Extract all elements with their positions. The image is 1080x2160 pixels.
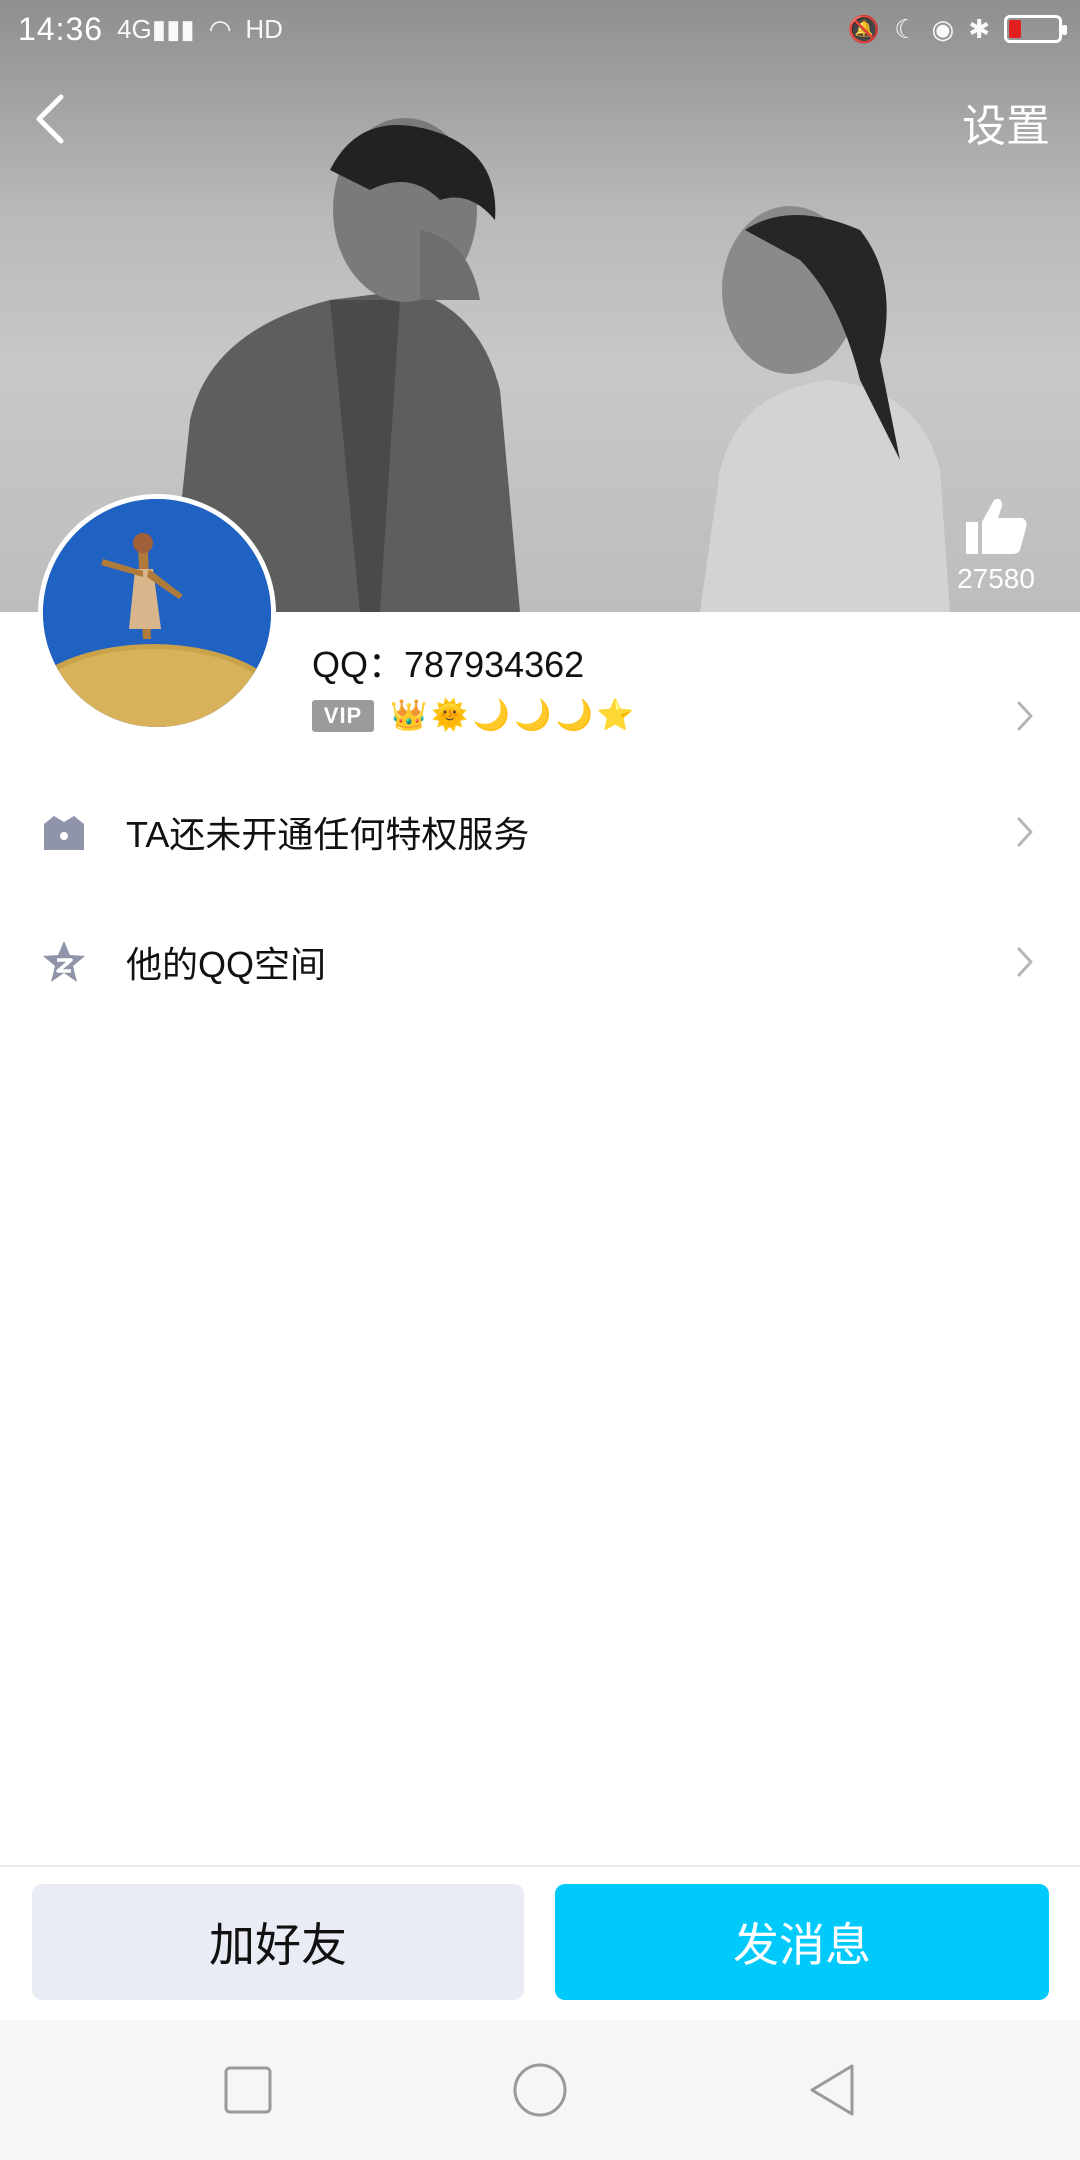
signal-icon: 4G▮▮▮ xyxy=(117,13,195,44)
add-friend-button[interactable]: 加好友 xyxy=(32,1884,524,2000)
status-bar: 14:36 4G▮▮▮ ◠ HD 🔕 ☾ ◉ ✱ xyxy=(0,0,1080,58)
back-button[interactable] xyxy=(22,84,78,154)
mute-bell-icon: 🔕 xyxy=(847,13,881,44)
status-left: 14:36 4G▮▮▮ ◠ HD xyxy=(18,11,283,48)
moon-icon: 🌙 xyxy=(514,699,552,732)
list-item-chevron xyxy=(1010,942,1040,982)
vip-badge: VIP xyxy=(312,699,374,732)
thumbs-up-icon xyxy=(966,498,1027,554)
like-count: 27580 xyxy=(957,563,1035,594)
send-message-button[interactable]: 发消息 xyxy=(555,1884,1049,2000)
home-icon[interactable] xyxy=(510,2060,570,2120)
qq-level-icons: 👑 🌞 🌙 🌙 🌙 ⭐ xyxy=(390,698,634,733)
chevron-right-icon xyxy=(1017,947,1033,977)
settings-button[interactable]: 设置 xyxy=(962,90,1050,154)
crown-icon: 👑 xyxy=(390,699,428,732)
status-right: 🔕 ☾ ◉ ✱ xyxy=(847,13,1067,45)
qq-number: QQ：787934362 xyxy=(312,644,585,685)
nav-back-icon[interactable] xyxy=(802,2060,862,2120)
chevron-left-icon xyxy=(36,94,64,144)
lock-icon: ◉ xyxy=(931,13,955,44)
star-icon: ⭐ xyxy=(596,699,635,732)
vip-row: VIP 👑 🌞 🌙 🌙 🌙 ⭐ xyxy=(312,698,634,733)
moon-icon: 🌙 xyxy=(555,699,593,732)
privilege-icon xyxy=(44,816,84,850)
bluetooth-icon: ✱ xyxy=(968,13,990,44)
wifi-icon: ◠ xyxy=(208,13,232,44)
network-type: 4G xyxy=(117,13,152,44)
list-item-label: TA还未开通任何特权服务 xyxy=(126,814,530,855)
chevron-right-icon xyxy=(1017,701,1033,731)
profile-detail-chevron[interactable] xyxy=(1010,696,1040,736)
chevron-right-icon xyxy=(1017,817,1033,847)
list-item-chevron xyxy=(1010,812,1040,852)
list-item-privilege[interactable]: TA还未开通任何特权服务 xyxy=(0,772,1080,892)
recent-apps-icon[interactable] xyxy=(218,2060,278,2120)
qzone-star-icon xyxy=(43,941,85,982)
list-item-qzone[interactable]: 他的QQ空间 xyxy=(0,902,1080,1022)
list-item-label: 他的QQ空间 xyxy=(126,944,327,985)
battery-icon xyxy=(1004,15,1067,43)
like-button[interactable]: 27580 xyxy=(936,496,1056,595)
moon-icon: ☾ xyxy=(894,13,918,44)
sun-icon: 🌞 xyxy=(431,699,469,732)
hd-icon: HD xyxy=(245,13,283,44)
avatar-image xyxy=(43,499,271,727)
status-time: 14:36 xyxy=(18,10,104,47)
avatar[interactable] xyxy=(38,494,276,732)
moon-icon: 🌙 xyxy=(472,699,511,732)
